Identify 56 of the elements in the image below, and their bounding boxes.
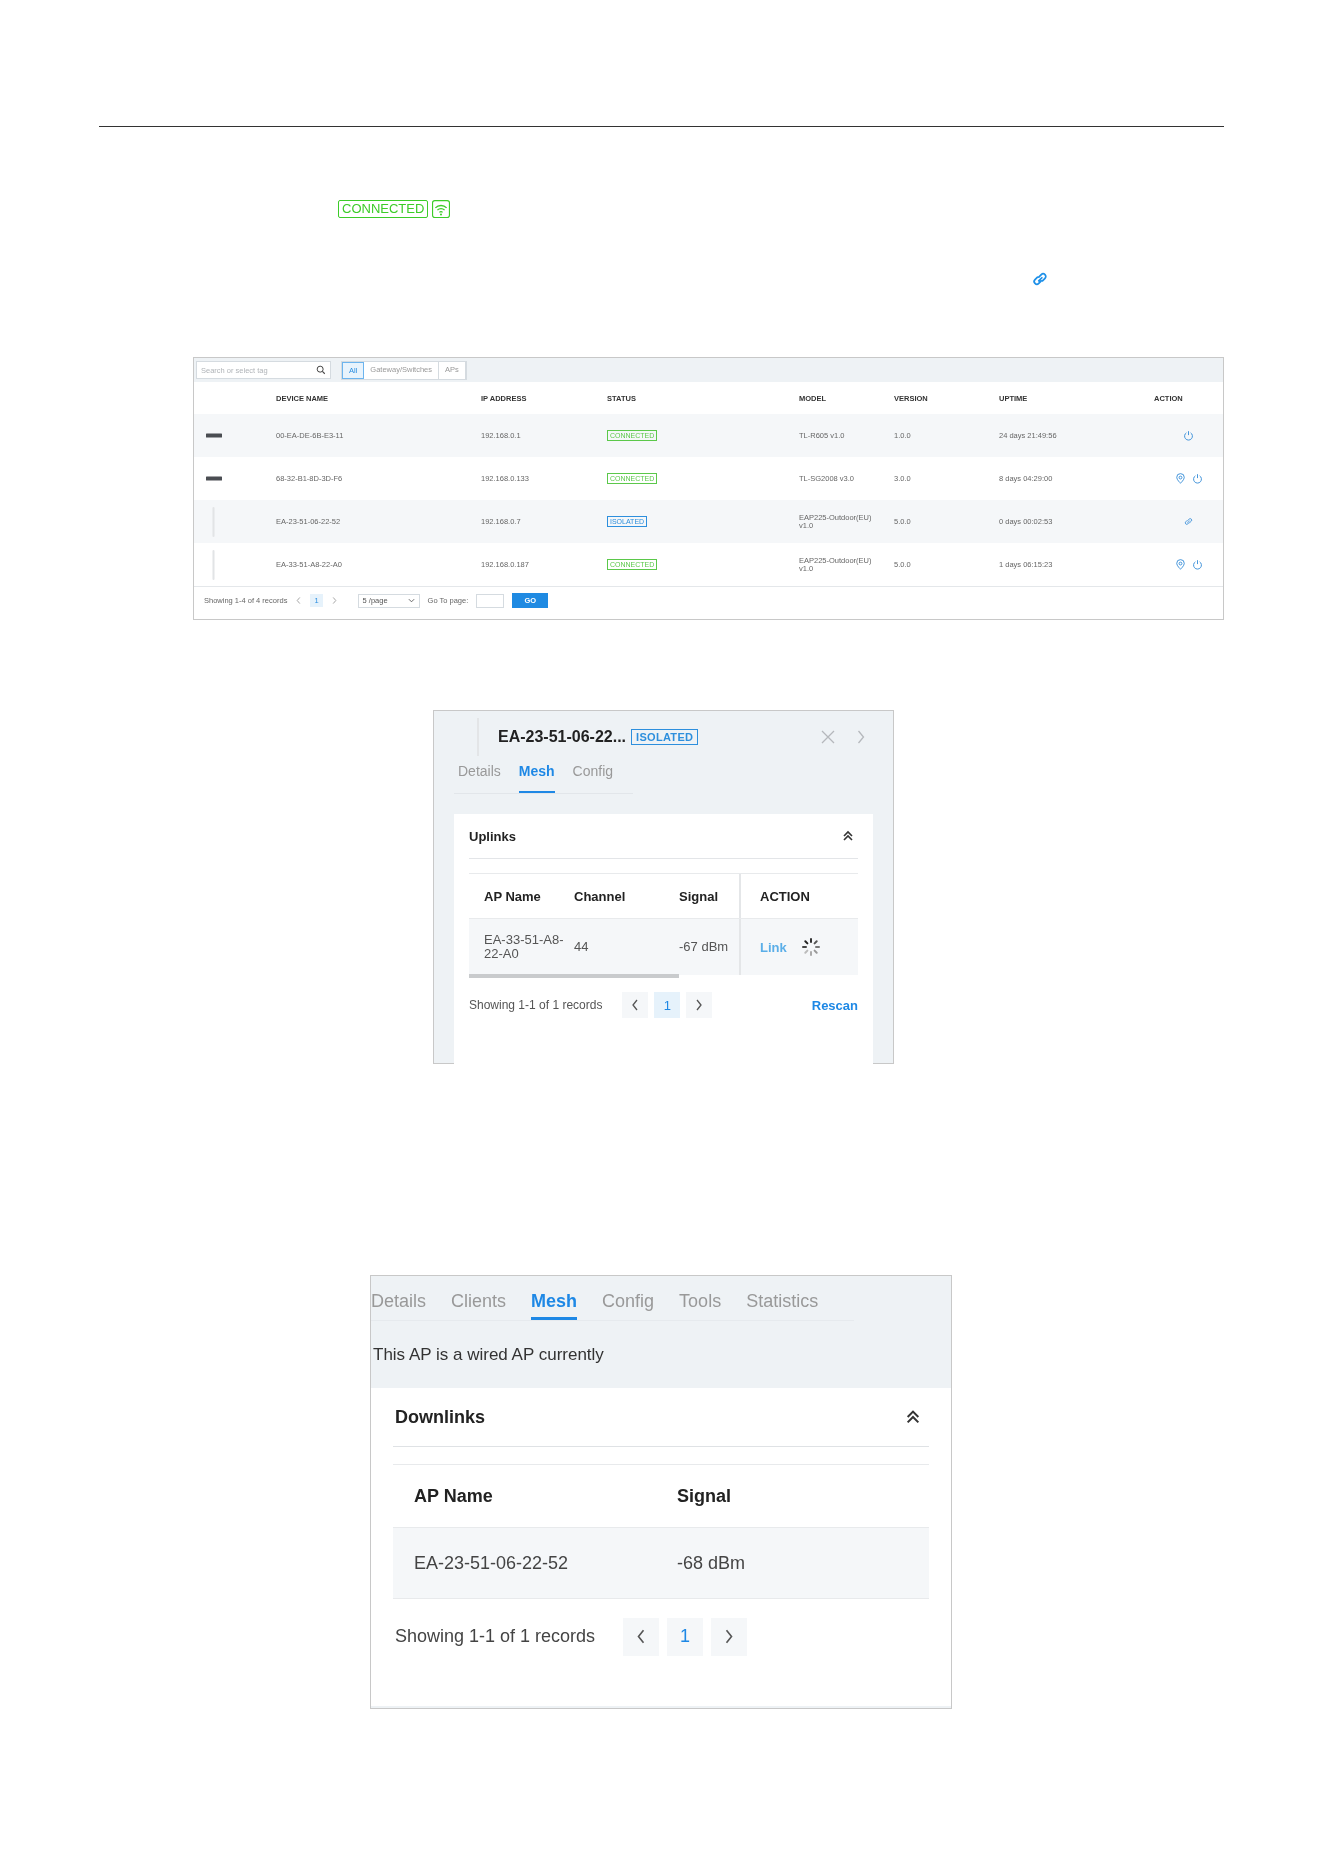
link-action[interactable]: Link	[760, 939, 787, 955]
tab[interactable]: Mesh	[518, 763, 555, 793]
table-cell-text: EA-23-51-06-22-52	[414, 1552, 570, 1574]
column-header: Signal	[677, 1485, 732, 1507]
section-title: Downlinks	[394, 1406, 485, 1428]
tab[interactable]: Details	[458, 763, 501, 793]
records-count: Showing 1-1 of 1 records	[469, 998, 603, 1012]
column-header: AP Name	[414, 1485, 494, 1507]
rescan-link[interactable]: Rescan	[811, 997, 858, 1013]
power-icon[interactable]	[1191, 559, 1203, 570]
page-number-field[interactable]	[476, 593, 505, 608]
notice-text: This AP is a wired AP currently	[372, 1344, 605, 1366]
table-cell-text: EA-33-51-A8-22-A0	[483, 932, 565, 962]
section-title: Uplinks	[469, 828, 516, 844]
panel-title: EA-23-51-06-22...	[498, 728, 627, 746]
chevron-left-icon[interactable]	[631, 999, 640, 1011]
loading-spinner-icon	[800, 937, 821, 957]
chevron-right-icon[interactable]	[724, 1629, 735, 1644]
collapse-icon[interactable]	[905, 1409, 921, 1425]
status-badge: ISOLATED	[631, 729, 699, 745]
tab[interactable]: Config	[602, 1291, 655, 1320]
column-header: Channel	[574, 888, 627, 904]
wifi-icon	[432, 200, 451, 218]
location-pin-icon[interactable]	[1174, 473, 1186, 484]
device-icon	[206, 476, 222, 481]
previous-page-icon[interactable]	[295, 596, 303, 605]
location-pin-icon[interactable]	[1174, 559, 1186, 570]
search-icon[interactable]	[316, 365, 326, 375]
scrollbar[interactable]	[469, 974, 679, 978]
status-badge: CONNECTED	[338, 200, 429, 218]
next-page-icon[interactable]	[330, 596, 338, 605]
power-icon[interactable]	[1191, 473, 1203, 484]
tab[interactable]: Clients	[451, 1291, 507, 1320]
link-icon[interactable]	[1183, 516, 1194, 527]
tab[interactable]: Mesh	[531, 1291, 578, 1320]
collapse-icon[interactable]	[842, 830, 854, 842]
records-count: Showing 1-1 of 1 records	[394, 1626, 596, 1647]
table-cell-text: -68 dBm	[677, 1552, 747, 1574]
page-button[interactable]: 1	[667, 1617, 704, 1656]
previous-page-button[interactable]	[622, 992, 649, 1018]
table-cell-text: 44	[574, 939, 590, 955]
page-button[interactable]: 1	[654, 992, 681, 1018]
close-icon[interactable]	[821, 730, 835, 744]
tab[interactable]: Config	[572, 763, 614, 793]
power-icon[interactable]	[1183, 430, 1194, 441]
column-header: Signal	[679, 888, 719, 904]
table-cell-text: -67 dBm	[679, 939, 730, 955]
tab[interactable]: Statistics	[746, 1291, 819, 1320]
tab[interactable]: Tools	[679, 1291, 722, 1320]
tab[interactable]: Details	[371, 1291, 427, 1320]
device-icon	[206, 433, 222, 438]
chevron-left-icon[interactable]	[636, 1629, 647, 1644]
chevron-right-icon[interactable]	[695, 999, 704, 1011]
column-header: AP Name	[483, 888, 542, 904]
caret-icon[interactable]	[407, 598, 415, 603]
next-page-button[interactable]	[686, 992, 713, 1018]
